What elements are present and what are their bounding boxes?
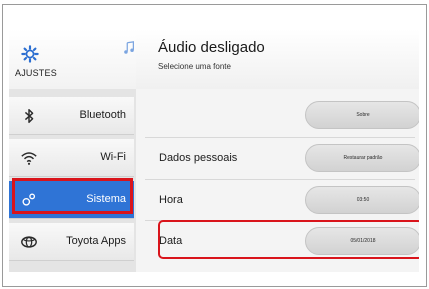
sidebar-item-wifi[interactable]: Wi-Fi — [9, 139, 134, 177]
sidebar-item-toyota-apps[interactable]: Toyota Apps — [9, 223, 134, 261]
page-subtitle: Selecione uma fonte — [158, 62, 231, 71]
sidebar: AJUSTES Bluetooth Wi-Fi Sistema Toyota A… — [9, 29, 136, 272]
sidebar-item-bluetooth[interactable]: Bluetooth — [9, 97, 134, 135]
divider — [145, 137, 415, 138]
gear-icon — [21, 45, 39, 63]
system-icon — [22, 193, 36, 206]
row-label-data: Data — [159, 235, 183, 247]
row-label-hora: Hora — [159, 194, 183, 206]
sidebar-item-label: Toyota Apps — [66, 235, 126, 247]
page-title: Áudio desligado — [158, 39, 265, 56]
wifi-icon — [21, 152, 37, 165]
sobre-button[interactable]: Sobre — [305, 101, 419, 129]
sidebar-item-sistema[interactable]: Sistema — [9, 181, 134, 219]
row-label-dados-pessoais: Dados pessoais — [159, 152, 238, 164]
divider — [145, 220, 415, 221]
audio-status-header[interactable]: Áudio desligado Selecione uma fonte — [124, 29, 419, 89]
infotainment-screen: AJUSTES Bluetooth Wi-Fi Sistema Toyota A… — [9, 29, 419, 272]
sidebar-item-label: Sistema — [86, 193, 126, 205]
sidebar-item-label: Wi-Fi — [100, 151, 126, 163]
date-button[interactable]: 05/01/2018 — [305, 227, 419, 255]
settings-tile[interactable]: AJUSTES — [9, 29, 136, 89]
restore-defaults-button[interactable]: Restaurar padrão — [305, 144, 419, 172]
bluetooth-icon — [24, 108, 34, 124]
toyota-apps-icon — [21, 236, 37, 248]
settings-label: AJUSTES — [15, 68, 57, 78]
music-note-icon — [124, 41, 134, 54]
divider — [145, 179, 415, 180]
time-button[interactable]: 03:50 — [305, 186, 419, 214]
sidebar-item-label: Bluetooth — [79, 109, 126, 121]
